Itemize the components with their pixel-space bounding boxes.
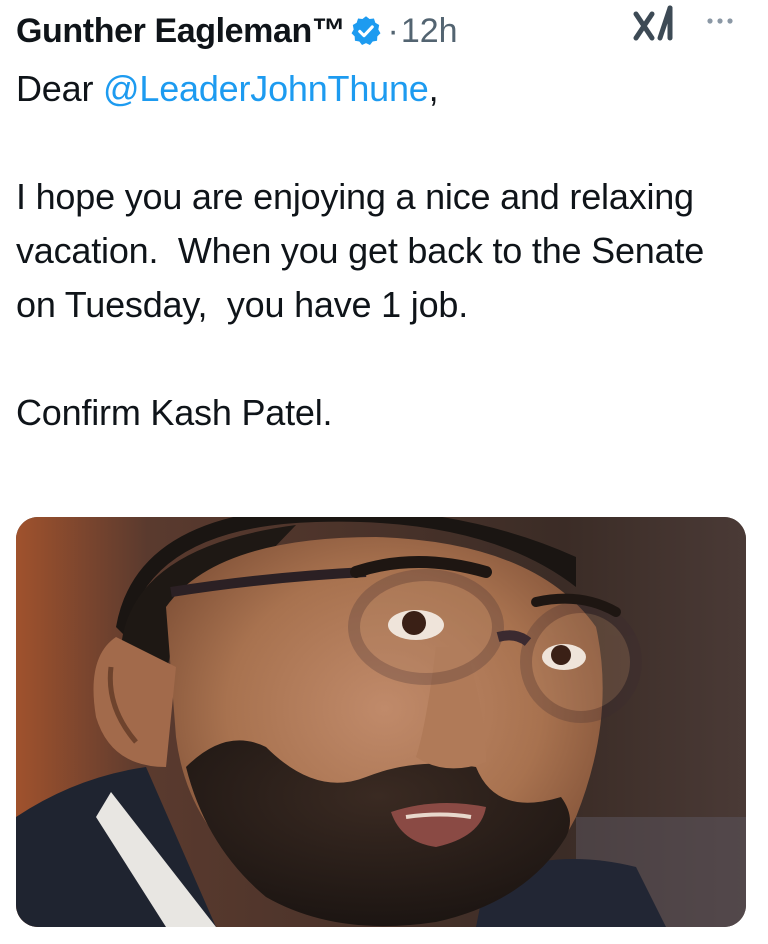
mention-link[interactable]: @LeaderJohnThune [103,68,429,109]
tweet-photo[interactable] [16,517,746,927]
separator-dot: · [387,12,399,50]
tweet-card[interactable]: Gunther Eagleman™ · 12h Dear @LeaderJohn… [0,0,768,944]
tweet-paragraph-2: Confirm Kash Patel. [16,392,333,433]
greeting-prefix: Dear [16,68,104,109]
verified-badge-icon[interactable] [349,14,383,48]
tweet-text: Dear @LeaderJohnThune, I hope you are en… [16,62,752,440]
grok-icon[interactable] [630,4,676,44]
more-options-icon[interactable] [700,14,744,28]
greeting-suffix: , [428,68,439,109]
timestamp[interactable]: 12h [401,9,458,53]
author-display-name[interactable]: Gunther Eagleman™ [16,9,346,53]
tweet-paragraph-1: I hope you are enjoying a nice and relax… [16,176,714,325]
